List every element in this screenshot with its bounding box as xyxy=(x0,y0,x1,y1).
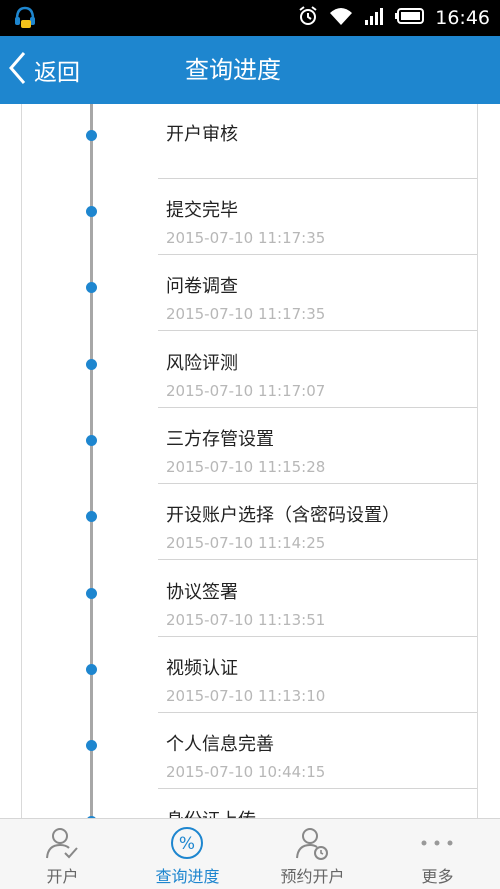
back-button[interactable]: 返回 xyxy=(6,36,80,104)
step-divider xyxy=(158,712,477,713)
step-divider xyxy=(158,178,477,179)
tab-query-progress[interactable]: % 查询进度 xyxy=(125,819,250,889)
wifi-icon xyxy=(329,6,353,30)
step-dot xyxy=(86,282,97,293)
tab-label: 更多 xyxy=(421,867,454,886)
bottom-tab-bar: 开户 % 查询进度 预约开户 更多 xyxy=(0,818,500,889)
step-title: 视频认证 xyxy=(166,658,238,679)
tab-reserve-account[interactable]: 预约开户 xyxy=(250,819,375,889)
step-divider xyxy=(158,559,477,560)
status-bar: 16:46 xyxy=(0,0,500,36)
progress-step: 风险评测 2015-07-10 11:17:07 xyxy=(0,339,500,415)
step-divider xyxy=(158,636,477,637)
progress-step: 身份证上传 xyxy=(0,796,500,818)
step-time: 2015-07-10 11:17:35 xyxy=(166,229,326,247)
step-dot xyxy=(86,511,97,522)
progress-list[interactable]: 开户审核 提交完毕 2015-07-10 11:17:35 问卷调查 2015-… xyxy=(0,104,500,818)
progress-step: 开户审核 xyxy=(0,110,500,186)
step-dot xyxy=(86,588,97,599)
percent-icon: % xyxy=(169,825,205,861)
progress-step: 问卷调查 2015-07-10 11:17:35 xyxy=(0,262,500,338)
step-title: 身份证上传 xyxy=(166,806,256,818)
step-title: 开户审核 xyxy=(166,124,238,145)
step-time: 2015-07-10 11:17:07 xyxy=(166,382,326,400)
step-title: 风险评测 xyxy=(166,353,238,374)
tab-label: 查询进度 xyxy=(155,867,220,886)
progress-step: 协议签署 2015-07-10 11:13:51 xyxy=(0,568,500,644)
back-label: 返回 xyxy=(34,60,80,86)
step-divider xyxy=(158,483,477,484)
signal-icon xyxy=(363,6,385,30)
step-dot xyxy=(86,664,97,675)
step-time: 2015-07-10 10:44:15 xyxy=(166,763,326,781)
step-title: 个人信息完善 xyxy=(166,734,274,755)
step-title: 提交完毕 xyxy=(166,200,238,221)
alarm-icon xyxy=(297,5,319,31)
status-time: 16:46 xyxy=(435,7,490,29)
svg-text:%: % xyxy=(179,834,195,854)
progress-step: 开设账户选择（含密码设置） 2015-07-10 11:14:25 xyxy=(0,491,500,567)
progress-step: 三方存管设置 2015-07-10 11:15:28 xyxy=(0,415,500,491)
step-dot xyxy=(86,130,97,141)
step-dot xyxy=(86,206,97,217)
progress-step: 视频认证 2015-07-10 11:13:10 xyxy=(0,644,500,720)
user-check-icon xyxy=(44,825,80,861)
user-clock-icon xyxy=(294,825,330,861)
step-time: 2015-07-10 11:17:35 xyxy=(166,305,326,323)
step-title: 开设账户选择（含密码设置） xyxy=(166,505,400,526)
tab-open-account[interactable]: 开户 xyxy=(0,819,125,889)
step-divider xyxy=(158,330,477,331)
step-dot xyxy=(86,435,97,446)
chevron-left-icon xyxy=(6,50,28,90)
step-dot xyxy=(86,359,97,370)
tab-more[interactable]: 更多 xyxy=(375,819,500,889)
step-dot xyxy=(86,740,97,751)
step-divider xyxy=(158,254,477,255)
step-time: 2015-07-10 11:14:25 xyxy=(166,534,326,552)
progress-step: 个人信息完善 2015-07-10 10:44:15 xyxy=(0,720,500,796)
tab-label: 开户 xyxy=(46,867,79,886)
step-title: 三方存管设置 xyxy=(166,429,274,450)
more-icon xyxy=(419,825,455,861)
progress-step: 提交完毕 2015-07-10 11:17:35 xyxy=(0,186,500,262)
step-title: 协议签署 xyxy=(166,582,238,603)
step-divider xyxy=(158,788,477,789)
title-bar: 查询进度 返回 xyxy=(0,36,500,104)
tab-label: 预约开户 xyxy=(280,867,345,886)
step-time: 2015-07-10 11:13:10 xyxy=(166,687,326,705)
step-time: 2015-07-10 11:13:51 xyxy=(166,611,326,629)
step-time: 2015-07-10 11:15:28 xyxy=(166,458,326,476)
notification-app-icon xyxy=(12,5,38,35)
battery-icon xyxy=(395,7,425,29)
step-title: 问卷调查 xyxy=(166,276,238,297)
step-divider xyxy=(158,407,477,408)
